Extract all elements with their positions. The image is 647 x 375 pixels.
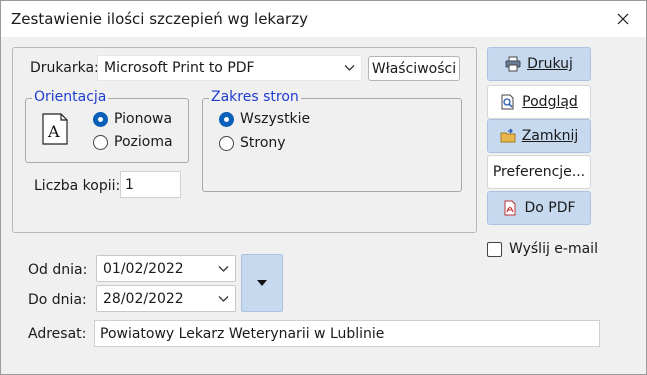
chevron-down-icon <box>218 295 229 302</box>
chevron-down-icon <box>344 65 355 71</box>
date-from-label: Od dnia: <box>28 262 88 278</box>
radio-selected-indicator <box>219 111 234 127</box>
print-button[interactable]: Drukuj <box>487 47 591 81</box>
send-email-checkbox[interactable]: Wyślij e-mail <box>487 241 598 257</box>
copies-value: 1 <box>125 176 134 193</box>
checkbox-box <box>487 241 502 257</box>
radio-unselected-indicator <box>219 135 234 151</box>
copies-label: Liczba kopii: <box>34 178 121 194</box>
close-dialog-button[interactable]: Zamknij <box>487 119 591 153</box>
orientation-landscape-radio[interactable]: Pozioma <box>93 134 173 150</box>
date-from-picker[interactable]: 01/02/2022 <box>96 255 236 282</box>
print-label: Drukuj <box>527 56 573 72</box>
chevron-down-icon <box>218 265 229 272</box>
printer-properties-button[interactable]: Właściwości <box>368 56 460 81</box>
pdf-button[interactable]: Do PDF <box>487 191 591 225</box>
page-range-all-label: Wszystkie <box>240 111 311 127</box>
date-range-menu-button[interactable] <box>241 254 283 312</box>
close-button[interactable] <box>600 1 646 37</box>
page-range-legend: Zakres stron <box>209 89 301 105</box>
recipient-input[interactable]: Powiatowy Lekarz Weterynarii w Lublinie <box>94 320 600 347</box>
preferences-label: Preferencje... <box>492 164 586 180</box>
date-to-label: Do dnia: <box>28 292 87 308</box>
page-range-pages-radio[interactable]: Strony <box>219 135 286 151</box>
orientation-portrait-radio[interactable]: Pionowa <box>93 111 172 127</box>
orientation-portrait-label: Pionowa <box>114 111 173 127</box>
date-from-value: 01/02/2022 <box>103 260 184 277</box>
print-dialog-window: Zestawienie ilości szczepień wg lekarzy … <box>0 0 647 375</box>
close-dialog-label: Zamknij <box>521 128 579 144</box>
printer-properties-label: Właściwości <box>371 60 457 77</box>
page-range-pages-label: Strony <box>240 135 286 151</box>
printer-label: Drukarka: <box>30 60 99 76</box>
printer-value: Microsoft Print to PDF <box>104 60 255 76</box>
send-email-label: Wyślij e-mail <box>509 241 598 257</box>
portrait-page-icon: A <box>42 113 68 145</box>
pdf-icon <box>504 200 516 216</box>
svg-text:A: A <box>47 122 60 141</box>
copies-input[interactable]: 1 <box>120 171 181 198</box>
title-bar: Zestawienie ilości szczepień wg lekarzy <box>1 1 646 37</box>
radio-unselected-indicator <box>93 134 108 150</box>
recipient-value: Powiatowy Lekarz Weterynarii w Lublinie <box>100 325 385 342</box>
pdf-label: Do PDF <box>524 200 576 216</box>
printer-select[interactable]: Microsoft Print to PDF <box>97 55 362 81</box>
page-range-all-radio[interactable]: Wszystkie <box>219 111 310 127</box>
orientation-legend: Orientacja <box>32 89 109 105</box>
radio-selected-indicator <box>93 111 108 127</box>
close-icon <box>617 13 629 25</box>
date-to-value: 28/02/2022 <box>103 290 184 307</box>
preferences-button[interactable]: Preferencje... <box>487 155 591 189</box>
window-title: Zestawienie ilości szczepień wg lekarzy <box>11 10 308 28</box>
orientation-landscape-label: Pozioma <box>114 134 173 150</box>
preview-icon <box>501 94 514 110</box>
printer-icon <box>505 56 521 72</box>
preview-label: Podgląd <box>522 94 578 110</box>
folder-exit-icon <box>500 128 516 143</box>
dropdown-arrow-icon <box>257 280 267 286</box>
date-to-picker[interactable]: 28/02/2022 <box>96 285 236 312</box>
recipient-label: Adresat: <box>28 326 87 342</box>
preview-button[interactable]: Podgląd <box>487 85 591 119</box>
